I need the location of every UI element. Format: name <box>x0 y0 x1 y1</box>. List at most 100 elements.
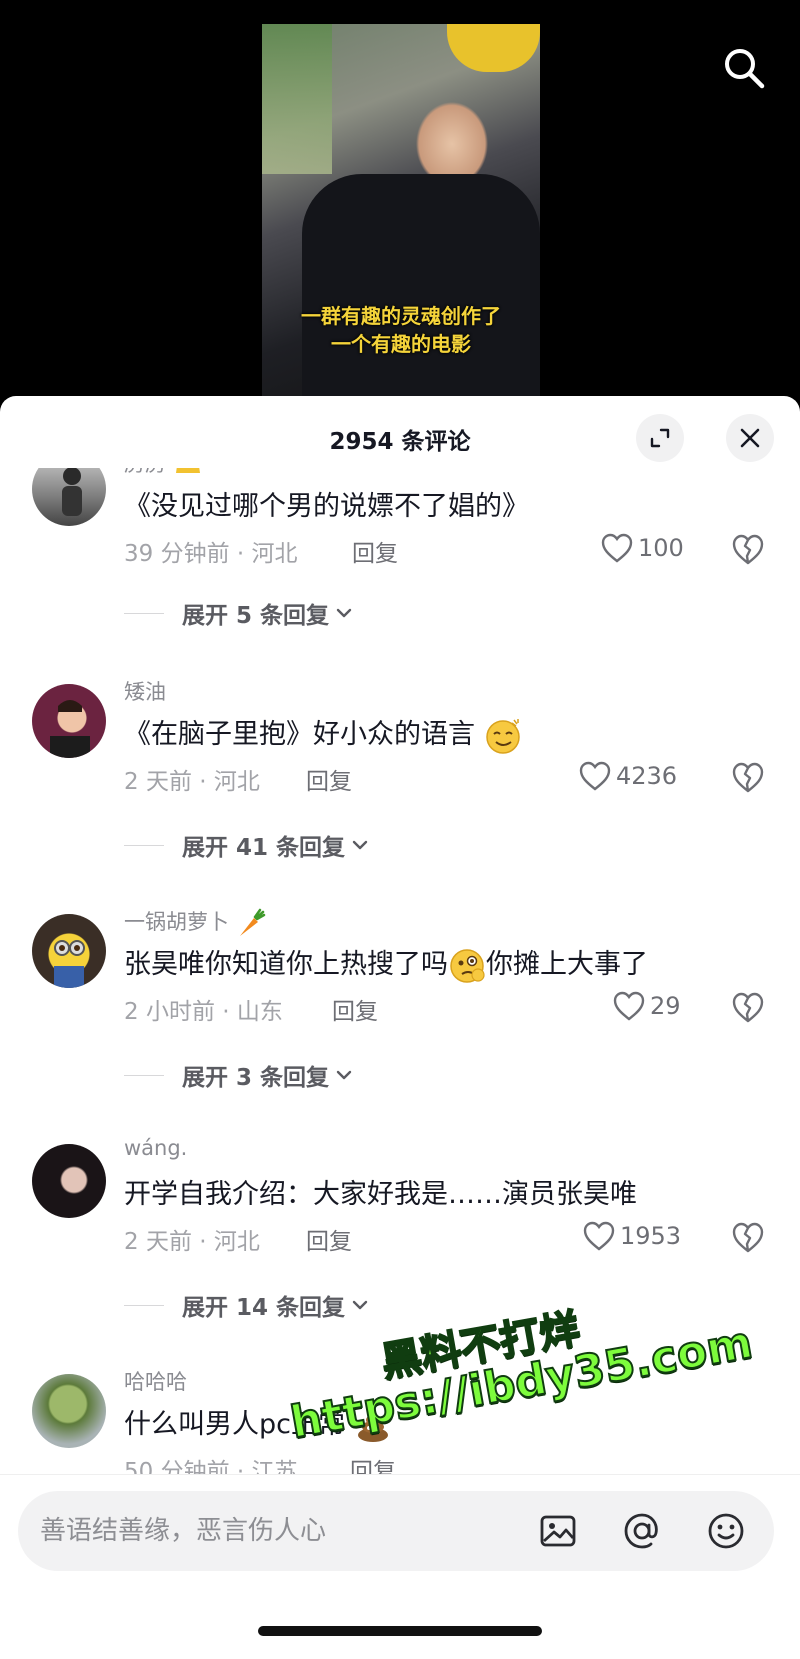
comment-text: 什么叫男人pc正常 <box>124 1402 392 1445</box>
video-subtitle-line1: 一群有趣的灵魂创作了 <box>301 304 501 328</box>
broken-heart-icon <box>732 992 764 1023</box>
reply-button[interactable]: 回复 <box>306 1222 352 1256</box>
expand-replies-label: 展开 14 条回复 <box>182 1295 346 1321</box>
chevron-down-icon <box>336 1070 352 1080</box>
video-person-cap <box>447 24 540 72</box>
like-count: 100 <box>638 534 684 562</box>
dislike-button[interactable] <box>730 532 766 568</box>
comment-sheet: 2954 条评论 房房 《没见过哪个 <box>0 396 800 1659</box>
comment-text-part2: 你摊上大事了 <box>486 949 648 980</box>
comment-time-location: 39 分钟前 · 河北 <box>124 541 298 567</box>
broken-heart-icon <box>732 1222 764 1253</box>
mention-icon[interactable] <box>622 1511 662 1551</box>
video-frame[interactable]: 一群有趣的灵魂创作了 一个有趣的电影 <box>262 24 540 396</box>
like-button[interactable]: 100 <box>600 532 684 564</box>
heart-icon <box>579 761 611 791</box>
crown-badge-icon <box>175 468 200 473</box>
comment-item: 矮油 《在脑子里抱》好小众的语言 2 天前 · 河北 回复 4236 展开 41… <box>0 676 800 892</box>
reply-button[interactable]: 回复 <box>352 534 398 568</box>
comment-input-bar <box>0 1474 800 1659</box>
comment-text: 开学自我介绍：大家好我是……演员张昊唯 <box>124 1179 637 1210</box>
expand-sheet-button[interactable] <box>636 414 684 462</box>
comment-author-name[interactable]: wáng. <box>124 1136 187 1160</box>
comment-author-name: 一锅胡萝卜 <box>124 910 229 934</box>
expand-replies-label: 展开 3 条回复 <box>182 1065 330 1091</box>
divider <box>124 844 164 846</box>
reply-button[interactable]: 回复 <box>350 1452 396 1474</box>
comment-text: 《在脑子里抱》好小众的语言 <box>124 712 522 755</box>
comment-time-location: 50 分钟前 · 江苏 <box>124 1459 298 1474</box>
expand-replies-button[interactable]: 展开 3 条回复 <box>124 1058 353 1092</box>
comment-list[interactable]: 房房 《没见过哪个男的说嫖不了娼的》 39 分钟前 · 河北 回复 100 <box>0 468 800 1474</box>
thinking-emoji-icon <box>450 948 485 983</box>
close-button[interactable] <box>726 414 774 462</box>
comment-text-part1: 张昊唯你知道你上热搜了吗 <box>124 949 448 980</box>
close-icon <box>740 428 760 448</box>
comment-item: 哈哈哈 什么叫男人pc正常 50 分钟前 · 江苏 回复 <box>0 1366 800 1474</box>
heart-icon <box>601 533 633 563</box>
comment-author-name: 房房 <box>124 468 166 476</box>
chevron-down-icon <box>336 608 352 618</box>
comment-author[interactable]: 房房 <box>124 468 203 478</box>
video-person-body <box>302 174 540 396</box>
broken-heart-icon <box>732 762 764 793</box>
poop-emoji-icon <box>357 1414 388 1442</box>
avatar[interactable] <box>32 1144 106 1218</box>
comment-author-name[interactable]: 矮油 <box>124 676 166 706</box>
expand-replies-button[interactable]: 展开 41 条回复 <box>124 828 369 862</box>
comment-time-location: 2 小时前 · 山东 <box>124 999 283 1025</box>
video-subtitle-line2: 一个有趣的电影 <box>331 332 471 356</box>
like-button[interactable]: 4236 <box>578 760 677 792</box>
like-button[interactable]: 1953 <box>582 1220 681 1252</box>
expand-replies-label: 展开 41 条回复 <box>182 835 346 861</box>
comment-author[interactable]: 一锅胡萝卜 <box>124 906 266 938</box>
divider <box>124 1074 164 1076</box>
video-player[interactable]: 一群有趣的灵魂创作了 一个有趣的电影 <box>0 0 800 420</box>
video-subtitle: 一群有趣的灵魂创作了 一个有趣的电影 <box>262 302 540 358</box>
divider <box>124 612 164 614</box>
comment-input-box[interactable] <box>18 1491 774 1571</box>
comment-time-location: 2 天前 · 河北 <box>124 1229 260 1255</box>
expand-replies-label: 展开 5 条回复 <box>182 603 330 629</box>
like-count: 29 <box>650 992 681 1020</box>
avatar[interactable] <box>32 914 106 988</box>
like-count: 1953 <box>620 1222 682 1250</box>
comment-item: 房房 《没见过哪个男的说嫖不了娼的》 39 分钟前 · 河北 回复 100 <box>0 468 800 668</box>
home-indicator <box>258 1626 542 1636</box>
search-icon[interactable] <box>722 46 766 90</box>
comment-input[interactable] <box>40 1491 520 1571</box>
comment-time-location: 2 天前 · 河北 <box>124 769 260 795</box>
comment-item: wáng. 开学自我介绍：大家好我是……演员张昊唯 2 天前 · 河北 回复 1… <box>0 1136 800 1352</box>
comment-text-content: 《在脑子里抱》好小众的语言 <box>124 719 475 750</box>
comment-text: 《没见过哪个男的说嫖不了娼的》 <box>124 491 529 522</box>
dislike-button[interactable] <box>730 1220 766 1256</box>
comment-sheet-header: 2954 条评论 <box>0 396 800 476</box>
avatar[interactable] <box>32 1374 106 1448</box>
expand-replies-button[interactable]: 展开 5 条回复 <box>124 596 353 630</box>
chevron-down-icon <box>352 1300 368 1310</box>
heart-icon <box>583 1221 615 1251</box>
image-icon[interactable] <box>538 1511 578 1551</box>
chevron-down-icon <box>352 840 368 850</box>
comment-text: 张昊唯你知道你上热搜了吗 你摊上大事了 <box>124 942 648 985</box>
broken-heart-icon <box>732 534 764 565</box>
heart-icon <box>613 991 645 1021</box>
comment-author-name[interactable]: 哈哈哈 <box>124 1366 187 1396</box>
expand-replies-button[interactable]: 展开 14 条回复 <box>124 1288 369 1322</box>
dislike-button[interactable] <box>730 760 766 796</box>
smirk-emoji-icon <box>485 718 520 754</box>
like-button[interactable]: 29 <box>612 990 681 1022</box>
expand-icon <box>650 428 670 448</box>
video-car-window <box>262 24 332 174</box>
divider <box>124 1304 164 1306</box>
carrot-emoji-icon <box>239 908 265 936</box>
like-count: 4236 <box>616 762 678 790</box>
reply-button[interactable]: 回复 <box>306 762 352 796</box>
comment-text-content: 什么叫男人pc正常 <box>124 1409 345 1440</box>
reply-button[interactable]: 回复 <box>332 992 378 1026</box>
avatar[interactable] <box>32 468 106 526</box>
avatar[interactable] <box>32 684 106 758</box>
dislike-button[interactable] <box>730 990 766 1026</box>
emoji-icon[interactable] <box>706 1511 746 1551</box>
comment-item: 一锅胡萝卜 张昊唯你知道你上热搜了吗 你摊上大事了 2 小时前 · 山东 回复 <box>0 906 800 1122</box>
